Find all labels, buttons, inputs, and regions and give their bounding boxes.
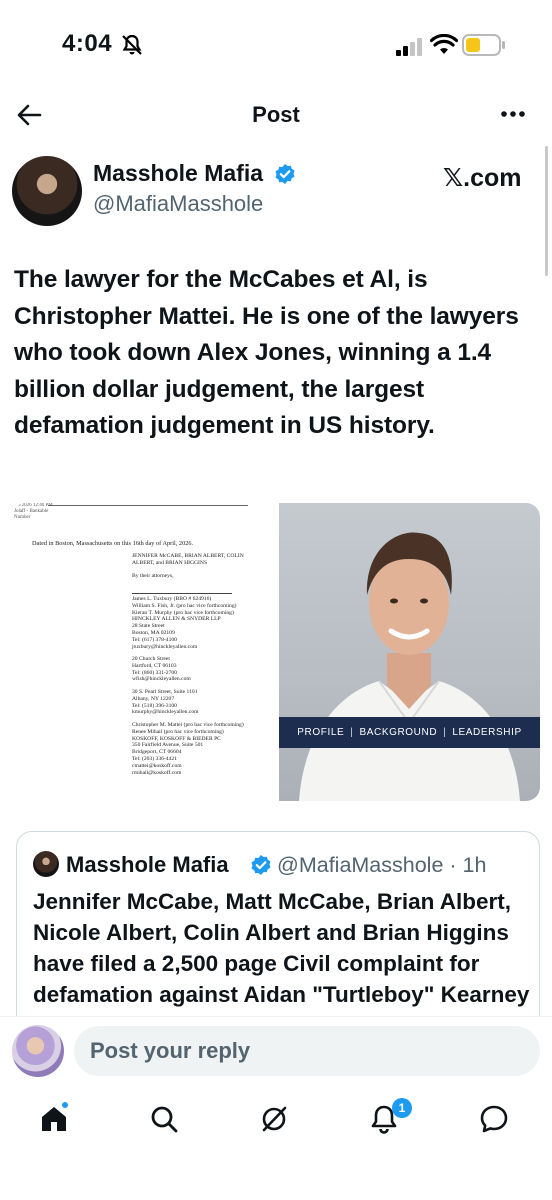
grok-icon[interactable]: [258, 1103, 290, 1135]
attorney-portrait-image[interactable]: PROFILE | BACKGROUND | LEADERSHIP: [279, 503, 540, 801]
x-com-logo: 𝕏.com: [443, 164, 522, 192]
reply-input[interactable]: Post your reply: [74, 1026, 540, 1076]
author-avatar[interactable]: [12, 156, 82, 226]
document-plaintiffs: JENNIFER McCABE, BRIAN ALBERT, COLIN ALB…: [132, 553, 244, 566]
document-block-hartford: 20 Church Street Hartford, CT 06103 Tel:…: [132, 656, 191, 683]
document-block-boston: James L. Tuxbury (BBO # 624916) William …: [132, 596, 237, 650]
quoted-post[interactable]: Masshole Mafia @MafiaMasshole · 1h Jenni…: [16, 831, 540, 1031]
banner-separator: |: [350, 727, 354, 738]
document-date-line: Dated in Boston, Massachusetts on this 1…: [32, 540, 194, 547]
messages-icon[interactable]: [478, 1103, 510, 1135]
banner-background: BACKGROUND: [359, 727, 438, 738]
bottom-tab-bar: [0, 1086, 552, 1200]
wifi-icon: [430, 34, 458, 54]
quote-handle-text: @MafiaMasshole: [277, 853, 444, 877]
page-title: Post: [252, 102, 300, 127]
notifications-badge: 1: [392, 1098, 412, 1118]
quote-timestamp: · 1h: [449, 853, 487, 877]
home-unread-dot: [62, 1102, 68, 1108]
search-icon[interactable]: [148, 1103, 180, 1135]
banner-separator: |: [443, 727, 447, 738]
post-media[interactable]: ...6/2026 12:40 PM Jolaff - Bankable Num…: [12, 503, 540, 801]
document-block-albany: 30 S. Pearl Street, Suite 1101 Albany, N…: [132, 689, 199, 716]
current-user-avatar[interactable]: [12, 1025, 64, 1077]
author-name[interactable]: Masshole Mafia: [93, 160, 263, 187]
battery-icon: [462, 34, 505, 56]
quote-author-name: Masshole Mafia: [66, 852, 229, 877]
document-block-koskoff: Christopher M. Mattei (pro hac vice fort…: [132, 722, 244, 776]
profile-banner: PROFILE | BACKGROUND | LEADERSHIP: [279, 717, 540, 748]
verified-badge-icon: [251, 855, 271, 875]
signature-line: [132, 593, 232, 594]
document-rule: [48, 505, 248, 506]
status-time: 4:04: [62, 30, 113, 57]
banner-profile: PROFILE: [297, 727, 345, 738]
portrait-illustration: [299, 532, 520, 801]
quote-author-handle: @MafiaMasshole · 1h: [277, 853, 486, 878]
quote-text: Jennifer McCabe, Matt McCabe, Brian Albe…: [33, 889, 530, 1030]
document-attorneys-label: By their attorneys,: [132, 573, 174, 579]
cellular-signal-icon: [396, 38, 422, 56]
post-text: The lawyer for the McCabes et Al, is Chr…: [14, 266, 519, 439]
banner-leadership: LEADERSHIP: [452, 727, 522, 738]
author-handle[interactable]: @MafiaMasshole: [93, 191, 263, 217]
scrollbar[interactable]: [545, 146, 548, 276]
legal-document-image[interactable]: ...6/2026 12:40 PM Jolaff - Bankable Num…: [12, 503, 277, 801]
document-header: ...6/2026 12:40 PM Jolaff - Bankable Num…: [14, 503, 53, 521]
document-header-line: Number: [14, 515, 31, 520]
status-bar: 4:04: [0, 0, 552, 92]
post-header: Post: [0, 92, 552, 142]
quote-author-avatar: [33, 851, 59, 877]
more-options-icon[interactable]: [498, 104, 528, 124]
reply-bar: Post your reply: [0, 1016, 552, 1086]
bell-off-icon: [122, 34, 142, 55]
verified-badge-icon: [275, 164, 295, 184]
